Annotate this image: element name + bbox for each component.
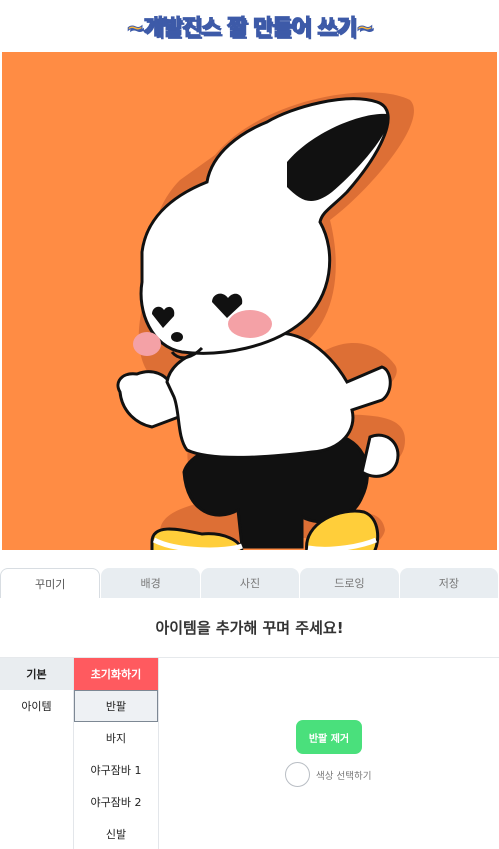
item-shoes[interactable]: 신발 bbox=[74, 818, 158, 849]
tab-decorate[interactable]: 꾸미기 bbox=[0, 568, 101, 598]
tab-photo[interactable]: 사진 bbox=[200, 568, 300, 598]
category-basic[interactable]: 기본 bbox=[0, 658, 73, 690]
color-swatch[interactable] bbox=[285, 762, 310, 787]
reset-button[interactable]: 초기화하기 bbox=[74, 658, 158, 690]
tab-save[interactable]: 저장 bbox=[399, 568, 499, 598]
color-picker-row: 색상 선택하기 bbox=[285, 762, 371, 787]
item-short-sleeve[interactable]: 반팔 bbox=[74, 690, 158, 722]
category-list: 기본 아이템 bbox=[0, 658, 73, 849]
remove-item-button[interactable]: 반팔 제거 bbox=[296, 720, 362, 754]
panel-title: 아이템을 추가해 꾸며 주세요! bbox=[0, 598, 499, 658]
item-baseball-jacket-1[interactable]: 야구잠바 1 bbox=[74, 754, 158, 786]
tab-background[interactable]: 배경 bbox=[101, 568, 200, 598]
tab-bar: 꾸미기 배경 사진 드로잉 저장 bbox=[0, 568, 499, 598]
item-detail: 반팔 제거 색상 선택하기 bbox=[159, 658, 499, 849]
category-items[interactable]: 아이템 bbox=[0, 690, 73, 722]
meme-canvas[interactable] bbox=[2, 52, 497, 550]
item-list: 초기화하기 반팔 바지 야구잠바 1 야구잠바 2 신발 bbox=[73, 658, 159, 849]
tab-drawing[interactable]: 드로잉 bbox=[300, 568, 399, 598]
item-baseball-jacket-2[interactable]: 야구잠바 2 bbox=[74, 786, 158, 818]
color-select-label[interactable]: 색상 선택하기 bbox=[316, 768, 371, 782]
bunny-character-illustration bbox=[116, 92, 414, 550]
item-pants[interactable]: 바지 bbox=[74, 722, 158, 754]
header: ~개발진스 짤 만들어 쓰기~ bbox=[0, 0, 499, 52]
decorate-panel: 아이템을 추가해 꾸며 주세요! 기본 아이템 초기화하기 반팔 바지 야구잠바… bbox=[0, 598, 499, 849]
app-title: ~개발진스 짤 만들어 쓰기~ bbox=[125, 16, 374, 42]
